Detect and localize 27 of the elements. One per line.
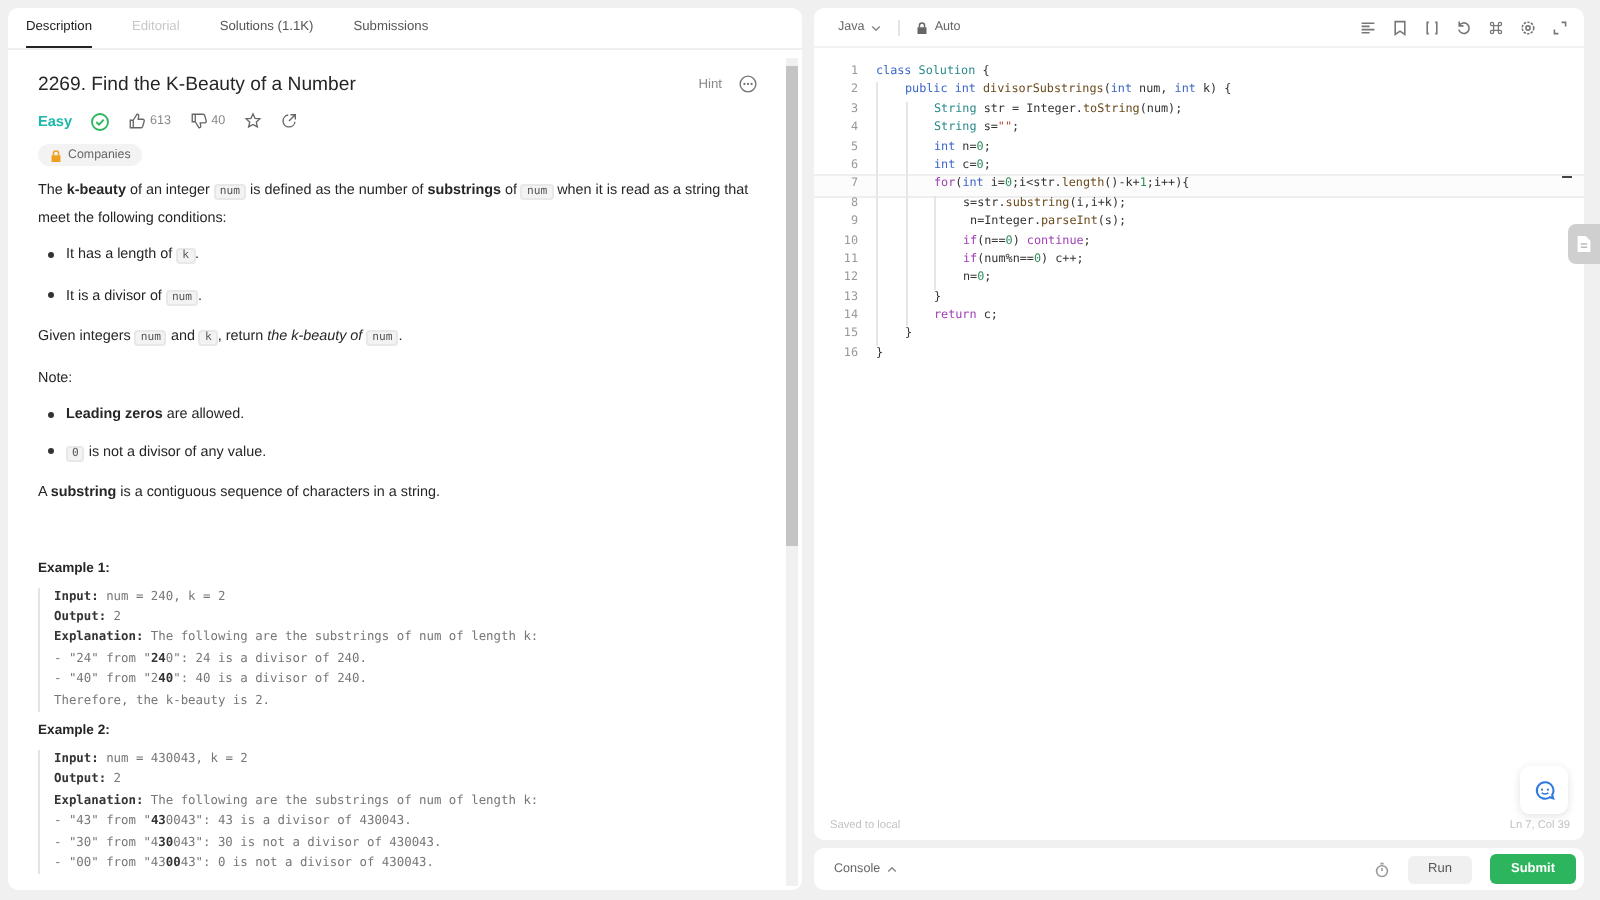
scroll-marker bbox=[1562, 176, 1572, 178]
settings-icon[interactable] bbox=[1520, 19, 1536, 35]
bullet-icon bbox=[48, 448, 54, 454]
star-icon[interactable] bbox=[243, 112, 262, 130]
share-icon[interactable] bbox=[279, 112, 298, 130]
bookmark-icon[interactable] bbox=[1392, 19, 1408, 35]
braces-icon[interactable] bbox=[1424, 19, 1440, 35]
shortcut-icon[interactable] bbox=[1488, 19, 1504, 35]
timer-icon[interactable] bbox=[1374, 861, 1390, 877]
thumbs-up-icon bbox=[128, 112, 147, 130]
bullet-icon bbox=[48, 292, 54, 298]
scrollbar[interactable] bbox=[786, 58, 798, 886]
reset-icon[interactable] bbox=[1456, 19, 1472, 35]
caret-icon bbox=[870, 21, 883, 33]
format-icon[interactable] bbox=[1360, 19, 1376, 35]
problem-title: 2269. Find the K-Beauty of a Number bbox=[38, 73, 358, 95]
feedback-button[interactable] bbox=[1520, 766, 1568, 814]
document-icon bbox=[1576, 234, 1592, 254]
chat-smile-icon bbox=[1533, 779, 1555, 801]
thumbs-down-icon bbox=[189, 112, 208, 130]
more-icon[interactable] bbox=[738, 74, 758, 94]
bullet-icon bbox=[48, 411, 54, 417]
caret-icon bbox=[886, 863, 899, 875]
lock-icon bbox=[50, 149, 62, 161]
lock-icon bbox=[916, 21, 929, 33]
expand-icon[interactable] bbox=[1552, 19, 1568, 35]
bullet-icon bbox=[48, 251, 54, 257]
